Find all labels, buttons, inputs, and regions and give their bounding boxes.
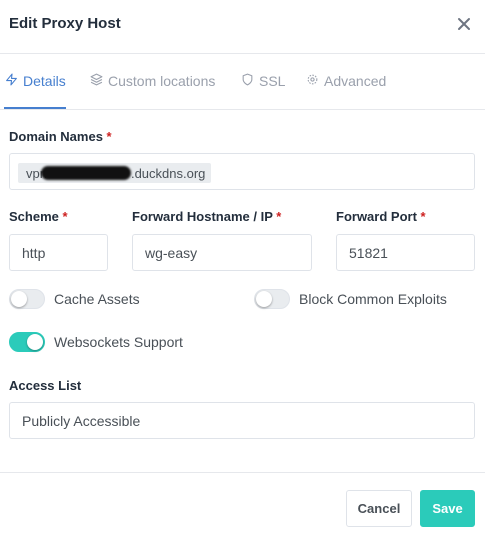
tab-label: SSL bbox=[259, 73, 286, 89]
modal-footer: Cancel Save bbox=[0, 472, 485, 537]
forward-port-input[interactable]: 51821 bbox=[336, 234, 475, 271]
label-text: Domain Names bbox=[9, 129, 103, 144]
tab-advanced[interactable]: Advanced bbox=[306, 73, 386, 89]
switch-knob bbox=[11, 291, 27, 307]
domain-chip-suffix: .duckdns.org bbox=[130, 165, 206, 181]
websockets-label: Websockets Support bbox=[54, 334, 183, 350]
tab-details[interactable]: Details bbox=[5, 73, 66, 89]
scheme-field[interactable]: http bbox=[9, 234, 108, 271]
domain-names-label: Domain Names * bbox=[9, 129, 112, 144]
access-list-label: Access List bbox=[9, 378, 82, 393]
forward-port-value: 51821 bbox=[349, 244, 388, 261]
forward-port-label: Forward Port * bbox=[336, 209, 426, 224]
required-mark: * bbox=[276, 209, 282, 224]
label-text: Scheme bbox=[9, 209, 59, 224]
layers-icon bbox=[90, 73, 103, 89]
tab-label: Advanced bbox=[324, 73, 387, 89]
block-exploits-toggle[interactable]: Block Common Exploits bbox=[254, 289, 447, 309]
label-text: Forward Hostname / IP bbox=[132, 209, 273, 224]
modal-header: Edit Proxy Host bbox=[0, 0, 485, 54]
gear-icon bbox=[306, 73, 319, 89]
scheme-label: Scheme * bbox=[9, 209, 68, 224]
cache-assets-switch[interactable] bbox=[9, 289, 45, 309]
shield-icon bbox=[241, 73, 254, 89]
tab-bar: Details Custom locations SSL Advanced bbox=[0, 54, 485, 110]
cache-assets-toggle[interactable]: Cache Assets bbox=[9, 289, 140, 309]
domain-names-input[interactable]: vpn .duckdns.org bbox=[9, 153, 475, 190]
forward-hostname-input[interactable]: wg-easy bbox=[132, 234, 312, 271]
cancel-button[interactable]: Cancel bbox=[346, 490, 412, 527]
access-list-value: Publicly Accessible bbox=[22, 412, 141, 429]
active-tab-indicator bbox=[4, 107, 66, 109]
required-mark: * bbox=[420, 209, 426, 224]
required-mark: * bbox=[106, 129, 112, 144]
label-text: Forward Port bbox=[336, 209, 417, 224]
zap-icon bbox=[5, 73, 18, 89]
save-button[interactable]: Save bbox=[420, 490, 475, 527]
block-exploits-label: Block Common Exploits bbox=[299, 291, 447, 307]
cache-assets-label: Cache Assets bbox=[54, 291, 140, 307]
tab-ssl[interactable]: SSL bbox=[241, 73, 285, 89]
block-exploits-switch[interactable] bbox=[254, 289, 290, 309]
tab-label: Custom locations bbox=[108, 73, 216, 89]
redaction-mark bbox=[40, 166, 131, 180]
close-icon[interactable] bbox=[454, 14, 474, 34]
forward-hostname-label: Forward Hostname / IP * bbox=[132, 209, 281, 224]
forward-hostname-value: wg-easy bbox=[145, 244, 198, 261]
tab-custom-locations[interactable]: Custom locations bbox=[90, 73, 215, 89]
modal-title: Edit Proxy Host bbox=[9, 15, 121, 32]
websockets-toggle[interactable]: Websockets Support bbox=[9, 332, 183, 352]
switch-knob bbox=[27, 334, 43, 350]
switch-knob bbox=[256, 291, 272, 307]
scheme-value: http bbox=[22, 244, 46, 261]
access-list-select[interactable]: Publicly Accessible bbox=[9, 402, 475, 439]
domain-chip[interactable]: vpn .duckdns.org bbox=[18, 163, 212, 183]
required-mark: * bbox=[62, 209, 68, 224]
tab-label: Details bbox=[23, 73, 66, 89]
websockets-switch[interactable] bbox=[9, 332, 45, 352]
